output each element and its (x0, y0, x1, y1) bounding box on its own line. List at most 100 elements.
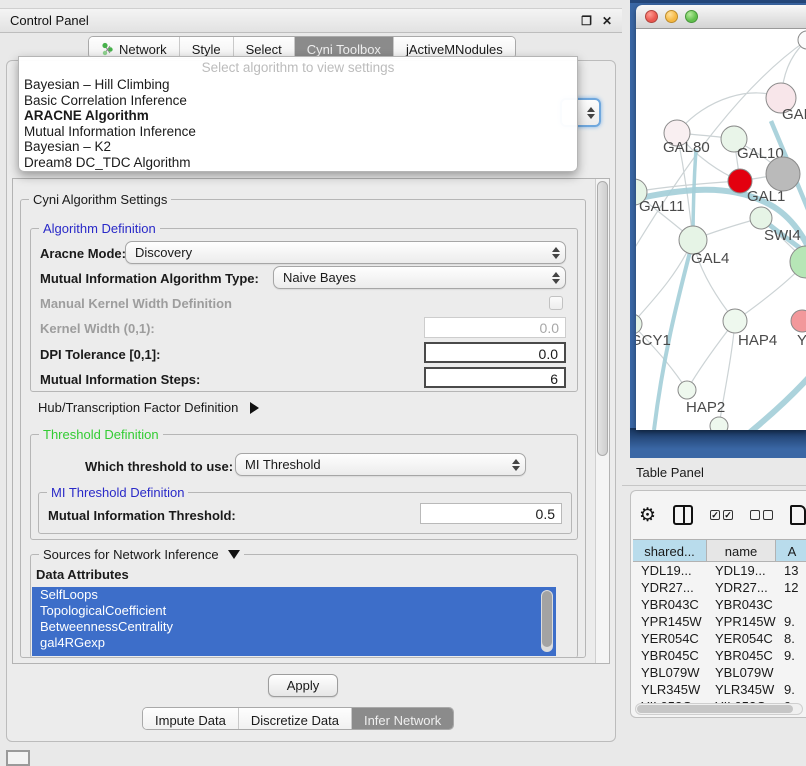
tab-impute-data[interactable]: Impute Data (143, 708, 239, 729)
tab-network[interactable]: Network (89, 37, 180, 58)
tab-label: Network (119, 42, 167, 57)
table-row[interactable]: YBL079WYBL079W (633, 664, 806, 681)
bottom-tabbar: Impute DataDiscretize DataInfer Network (142, 707, 454, 730)
network-edge[interactable] (636, 240, 693, 324)
tab-style[interactable]: Style (180, 37, 234, 58)
document-icon[interactable] (790, 505, 806, 525)
table-cell: YPR145W (707, 613, 776, 630)
network-node-swi4[interactable] (750, 207, 772, 229)
tab-discretize-data[interactable]: Discretize Data (239, 708, 352, 729)
dpi-tolerance-label: DPI Tolerance [0,1]: (40, 347, 160, 362)
table-cell: YBR045C (633, 647, 707, 664)
data-attributes-label: Data Attributes (36, 567, 129, 582)
tab-infer-network[interactable]: Infer Network (352, 708, 453, 729)
network-canvas[interactable]: GALGAL80GAL10GAL1GAL11SWI4GAL4GCY1HAP4YH… (636, 29, 806, 430)
zoom-traffic-light-icon[interactable] (685, 10, 698, 23)
hub-definition-toggle[interactable]: Hub/Transcription Factor Definition (38, 400, 259, 415)
which-threshold-combo[interactable]: MI Threshold (235, 453, 526, 476)
table-cell: YLR345W (633, 681, 707, 698)
aracne-mode-combo[interactable]: Discovery (125, 241, 566, 264)
scrollbar-thumb[interactable] (597, 181, 608, 456)
split-columns-icon[interactable] (673, 505, 693, 525)
deselect-all-checks-icon[interactable] (750, 510, 773, 520)
table-row[interactable]: YDR27...YDR27...12 (633, 579, 806, 596)
close-traffic-light-icon[interactable] (645, 10, 658, 23)
mi-steps-field[interactable]: 6 (424, 367, 566, 388)
tab-cyni-toolbox[interactable]: Cyni Toolbox (295, 37, 394, 58)
table-cell: YBR043C (633, 596, 707, 613)
table-cell: YDL19... (707, 562, 776, 579)
select-all-checks-icon[interactable]: ✓✓ (710, 510, 733, 520)
network-window-titlebar[interactable] (636, 5, 806, 29)
table-row[interactable]: YBR043CYBR043C (633, 596, 806, 613)
tab-jactivemnodules[interactable]: jActiveMNodules (394, 37, 515, 58)
network-edge[interactable] (748, 367, 806, 430)
mi-threshold-label: Mutual Information Threshold: (48, 508, 236, 523)
data-attribute-item[interactable]: BetweennessCentrality (32, 619, 556, 635)
algorithm-option[interactable]: Basic Correlation Inference (19, 93, 577, 109)
manual-kernel-width-checkbox[interactable] (549, 296, 563, 310)
float-window-icon[interactable]: ❐ (581, 14, 592, 28)
settings-vertical-scrollbar[interactable] (595, 179, 609, 663)
column-header[interactable]: name (707, 539, 776, 562)
network-node-gray-node[interactable] (766, 157, 800, 191)
control-panel-title: Control Panel (10, 13, 571, 28)
table-cell: YPR145W (633, 613, 707, 630)
dpi-tolerance-field[interactable]: 0.0 (424, 342, 566, 363)
table-row[interactable]: YLR345WYLR345W9. (633, 681, 806, 698)
table-cell: 8. (776, 630, 806, 647)
list-scrollbar-thumb[interactable] (542, 591, 552, 647)
mi-algorithm-type-combo[interactable]: Naive Bayes (273, 266, 566, 289)
kernel-width-field[interactable]: 0.0 (424, 317, 566, 338)
expand-arrow-icon (250, 402, 259, 414)
table-panel-title: Table Panel (636, 465, 704, 480)
control-panel-titlebar: Control Panel ❐ ✕ (0, 8, 622, 33)
mi-threshold-field[interactable]: 0.5 (420, 503, 562, 524)
column-header[interactable]: A (776, 539, 806, 562)
column-header[interactable]: shared... (633, 539, 707, 562)
list-scrollbar[interactable] (541, 590, 553, 652)
apply-button[interactable]: Apply (268, 674, 338, 697)
table-cell: 9. (776, 647, 806, 664)
kernel-width-label: Kernel Width (0,1): (40, 321, 155, 336)
network-node-salmon-node[interactable] (791, 310, 806, 332)
close-window-icon[interactable]: ✕ (602, 14, 612, 28)
table-cell: YBL079W (633, 664, 707, 681)
network-node-partial-bottom[interactable] (710, 417, 728, 430)
network-edge[interactable] (687, 321, 735, 390)
table-panel-titlebar: Table Panel (622, 460, 806, 486)
hscrollbar-thumb[interactable] (637, 705, 793, 713)
table-row[interactable]: YBR045CYBR045C9. (633, 647, 806, 664)
table-row[interactable]: YPR145WYPR145W9. (633, 613, 806, 630)
tab-label: jActiveMNodules (406, 42, 503, 57)
table-cell: YBL079W (707, 664, 776, 681)
tab-label: Style (192, 42, 221, 57)
table-cell: 9. (776, 613, 806, 630)
tab-select[interactable]: Select (234, 37, 295, 58)
table-row[interactable]: YER054CYER054C8. (633, 630, 806, 647)
algorithm-option[interactable]: Bayesian – K2 (19, 139, 577, 155)
combo-stepper-arrows-icon (507, 454, 525, 475)
minimize-traffic-light-icon[interactable] (665, 10, 678, 23)
data-attributes-list[interactable]: SelfLoopsTopologicalCoefficientBetweenne… (32, 587, 556, 656)
data-attribute-item[interactable]: SelfLoops (32, 587, 556, 603)
data-attribute-item[interactable]: gal4RGexp (32, 635, 556, 651)
data-attribute-item[interactable]: TopologicalCoefficient (32, 603, 556, 619)
collapse-arrow-icon[interactable] (228, 550, 240, 559)
algorithm-option[interactable]: Bayesian – Hill Climbing (19, 77, 577, 93)
network-node-big-green[interactable] (790, 246, 806, 278)
gear-icon[interactable]: ⚙ (639, 506, 656, 525)
algorithm-option[interactable]: Dream8 DC_TDC Algorithm (19, 155, 577, 171)
table-toolbar: ⚙ ✓✓ (639, 501, 806, 529)
node-label-gcy1: GCY1 (636, 332, 671, 349)
network-node-hap4[interactable] (723, 309, 747, 333)
algorithm-option[interactable]: Mutual Information Inference (19, 124, 577, 140)
collapsed-mini-panel[interactable] (6, 750, 30, 766)
table-row[interactable]: YDL19...YDL19...13 (633, 562, 806, 579)
table-horizontal-scrollbar[interactable] (635, 703, 803, 715)
algorithm-option[interactable]: ARACNE Algorithm (19, 108, 577, 124)
network-node-hap2[interactable] (678, 381, 696, 399)
network-graph: GALGAL80GAL10GAL1GAL11SWI4GAL4GCY1HAP4YH… (636, 29, 806, 430)
node-label-hap2: HAP2 (686, 399, 725, 416)
network-node-gcy1[interactable] (636, 314, 642, 334)
